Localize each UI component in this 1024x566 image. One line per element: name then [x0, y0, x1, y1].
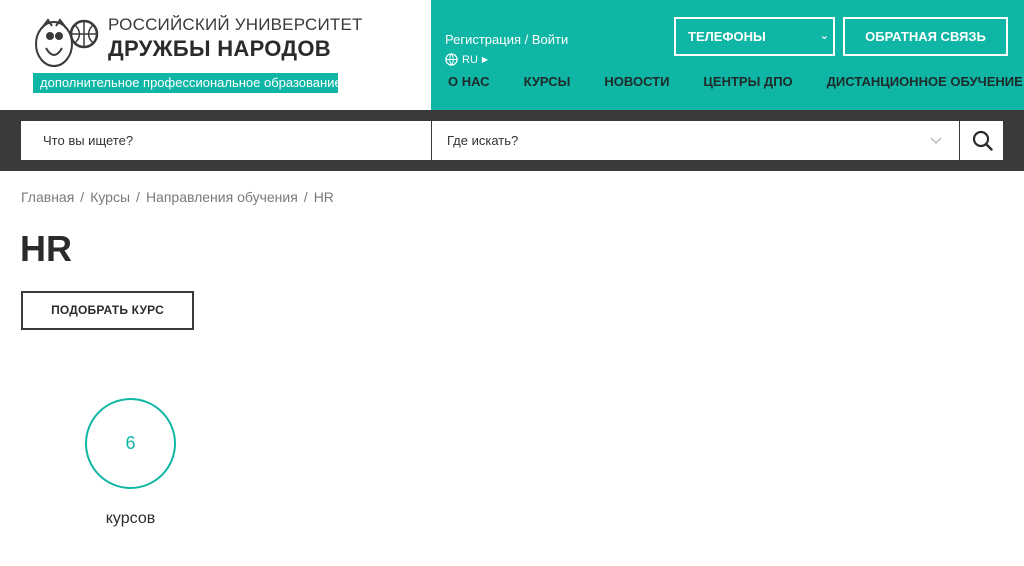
globe-icon [445, 53, 458, 66]
nav-item-centers[interactable]: ЦЕНТРЫ ДПО [703, 74, 792, 89]
nav-item-distance-learning[interactable]: ДИСТАНЦИОННОЕ ОБУЧЕНИЕ [827, 74, 1023, 89]
owl-globe-logo-icon[interactable] [32, 12, 104, 72]
triangle-right-icon: ▶ [481, 55, 489, 64]
search-button[interactable] [960, 121, 1003, 160]
nav-item-news[interactable]: НОВОСТИ [604, 74, 669, 89]
page-title: HR [20, 228, 72, 269]
breadcrumb-directions[interactable]: Направления обучения [146, 189, 298, 205]
breadcrumb-separator: / [80, 189, 85, 205]
language-label: RU [462, 53, 478, 66]
logo-title-line1: РОССИЙСКИЙ УНИВЕРСИТЕТ [108, 15, 363, 34]
search-query-input[interactable]: Что вы ищете? [21, 121, 431, 160]
logo-subtitle: дополнительное профессиональное образова… [33, 73, 342, 93]
logo-area: РОССИЙСКИЙ УНИВЕРСИТЕТ ДРУЖБЫ НАРОДОВ до… [0, 0, 431, 110]
pick-course-button[interactable]: ПОДОБРАТЬ КУРС [21, 291, 194, 330]
breadcrumb-home[interactable]: Главная [21, 189, 74, 205]
chevron-down-icon [930, 137, 942, 145]
nav-item-about[interactable]: О НАС [448, 74, 490, 89]
search-location-label: Где искать? [447, 133, 519, 148]
chevron-down-icon: ⌄ [819, 30, 829, 42]
breadcrumb: Главная / Курсы / Направления обучения / HR [21, 189, 334, 205]
login-register-link[interactable]: Регистрация / Войти [445, 32, 568, 47]
main-nav: О НАС КУРСЫ НОВОСТИ ЦЕНТРЫ ДПО ДИСТАНЦИО… [448, 74, 1023, 89]
site-header: РОССИЙСКИЙ УНИВЕРСИТЕТ ДРУЖБЫ НАРОДОВ до… [0, 0, 1024, 110]
logo-title-line2: ДРУЖБЫ НАРОДОВ [108, 36, 331, 61]
search-bar: Что вы ищете? Где искать? [0, 110, 1024, 171]
phones-label: ТЕЛЕФОНЫ [688, 29, 766, 44]
course-count-label: курсов [105, 510, 156, 527]
language-switcher[interactable]: RU ▶ [445, 53, 488, 66]
search-icon [972, 130, 993, 151]
breadcrumb-separator: / [303, 189, 308, 205]
search-location-select[interactable]: Где искать? [432, 121, 959, 160]
breadcrumb-current: HR [313, 189, 334, 205]
breadcrumb-separator: / [136, 189, 140, 205]
breadcrumb-courses[interactable]: Курсы [90, 189, 130, 205]
course-count-badge: 6 [85, 398, 176, 489]
nav-item-courses[interactable]: КУРСЫ [524, 74, 571, 89]
feedback-button[interactable]: ОБРАТНАЯ СВЯЗЬ [843, 17, 1008, 56]
header-teal-panel: Регистрация / Войти RU ▶ ТЕЛЕФОНЫ ⌄ ОБРА… [431, 0, 1024, 110]
phones-dropdown[interactable]: ТЕЛЕФОНЫ ⌄ [674, 17, 835, 56]
